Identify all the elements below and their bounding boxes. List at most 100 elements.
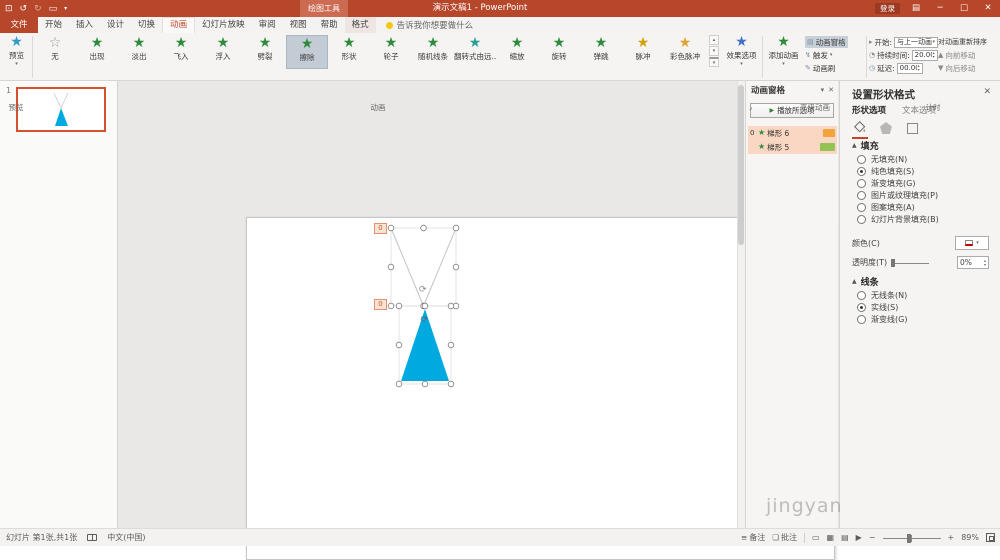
ribbon-display-options-icon[interactable]: ▤ xyxy=(904,0,928,17)
redo-icon[interactable]: ↻ xyxy=(34,4,42,14)
gallery-item-zoom[interactable]: ★ 缩放 xyxy=(496,35,538,69)
gallery-more-icon[interactable]: ▾ xyxy=(709,57,719,67)
fill-option-gradient[interactable]: 渐变填充(G) xyxy=(857,177,939,189)
zoom-slider-thumb[interactable] xyxy=(906,533,911,543)
start-slideshow-icon[interactable]: ▭ xyxy=(49,4,58,14)
customize-quick-access-icon[interactable]: ▾ xyxy=(64,5,67,12)
fill-option-pattern[interactable]: 图案填充(A) xyxy=(857,201,939,213)
delay-input[interactable]: 00.00 ▴▾ xyxy=(896,62,923,74)
move-earlier-button[interactable]: ▲ 向前移动 xyxy=(938,49,975,61)
slide-info[interactable]: 幻灯片 第1张,共1张 xyxy=(6,532,77,543)
tab-home[interactable]: 开始 xyxy=(38,17,69,33)
line-option-none[interactable]: 无线条(N) xyxy=(857,289,907,301)
spellcheck-icon[interactable] xyxy=(87,534,98,541)
fill-line-icon[interactable] xyxy=(852,120,868,139)
normal-view-icon[interactable]: ▭ xyxy=(812,533,820,542)
size-properties-icon[interactable] xyxy=(904,120,920,136)
move-later-button[interactable]: ▼ 向后移动 xyxy=(938,62,975,74)
line-section-header[interactable]: ▲ 线条 xyxy=(852,275,879,288)
tab-design[interactable]: 设计 xyxy=(100,17,131,33)
animation-painter-button[interactable]: ✎ 动画刷 xyxy=(805,62,835,74)
tell-me-box[interactable]: 告诉我你想要做什么 xyxy=(385,17,473,33)
animation-pane-item[interactable]: 0 ★ 梯形 6 xyxy=(748,126,837,140)
fill-option-solid[interactable]: 纯色填充(S) xyxy=(857,165,939,177)
tab-help[interactable]: 帮助 xyxy=(314,17,345,33)
zoom-slider[interactable] xyxy=(882,533,941,543)
timeline-bar[interactable] xyxy=(820,143,835,151)
duration-input[interactable]: 20.00 ▴▾ xyxy=(911,49,938,61)
animation-pane-item[interactable]: ★ 梯形 5 xyxy=(748,140,837,154)
tab-file[interactable]: 文件 xyxy=(0,17,38,33)
gallery-scroll-down-icon[interactable]: ▾ xyxy=(709,46,719,56)
add-animation-button[interactable]: ★ 添加动画 ▾ xyxy=(765,35,802,69)
line-option-gradient[interactable]: 渐变线(G) xyxy=(857,313,907,325)
tab-insert[interactable]: 插入 xyxy=(69,17,100,33)
fill-color-button[interactable]: ▾ xyxy=(955,236,989,250)
tab-animations[interactable]: 动画 xyxy=(162,17,196,33)
pane-close-icon[interactable]: ✕ xyxy=(828,86,834,94)
gallery-item-color-pulse[interactable]: ★ 彩色脉冲 xyxy=(664,35,706,69)
tab-view[interactable]: 视图 xyxy=(283,17,314,33)
animation-pane-button[interactable]: ▤ 动画窗格 xyxy=(805,36,848,48)
gallery-item-bounce[interactable]: ★ 弹跳 xyxy=(580,35,622,69)
tab-transitions[interactable]: 切换 xyxy=(131,17,162,33)
gallery-item-fly-in[interactable]: ★ 飞入 xyxy=(160,35,202,69)
line-option-solid[interactable]: 实线(S) xyxy=(857,301,907,313)
rotate-handle-icon[interactable]: ⟳ xyxy=(419,285,427,295)
effect-options-button[interactable]: ★ 效果选项 ▾ xyxy=(723,35,760,69)
gallery-item-float-in[interactable]: ★ 浮入 xyxy=(202,35,244,69)
fill-option-none[interactable]: 无填充(N) xyxy=(857,153,939,165)
fill-option-background[interactable]: 幻灯片背景填充(B) xyxy=(857,213,939,225)
gallery-scroll-up-icon[interactable]: ▴ xyxy=(709,35,719,45)
timeline-bar[interactable] xyxy=(823,129,835,137)
slide-sorter-view-icon[interactable]: ▦ xyxy=(827,533,835,542)
scrollbar-thumb[interactable] xyxy=(738,85,744,245)
notes-button[interactable]: ≡ 备注 xyxy=(741,532,765,543)
dialog-launcher-icon[interactable]: ⌟ xyxy=(749,103,752,111)
gallery-item-grow-turn[interactable]: ★ 翻转式由远... xyxy=(454,35,496,69)
rotate-handle-icon[interactable]: ⟳ xyxy=(421,315,429,325)
effects-icon[interactable] xyxy=(878,120,894,136)
animation-order-badge[interactable]: 0 xyxy=(374,223,387,234)
gallery-item-shape[interactable]: ★ 形状 xyxy=(328,35,370,69)
tab-review[interactable]: 审阅 xyxy=(252,17,283,33)
preview-button[interactable]: ★ 预览 ▾ xyxy=(2,35,31,69)
fill-section-header[interactable]: ▲ 填充 xyxy=(852,139,879,152)
fill-option-picture[interactable]: 图片或纹理填充(P) xyxy=(857,189,939,201)
tab-format[interactable]: 格式 xyxy=(344,17,376,33)
fit-to-window-icon[interactable] xyxy=(986,533,995,542)
gallery-item-random-bars[interactable]: ★ 随机线条 xyxy=(412,35,454,69)
gallery-item-split[interactable]: ★ 劈裂 xyxy=(244,35,286,69)
zoom-level[interactable]: 89% xyxy=(961,533,979,542)
save-icon[interactable]: ⊡ xyxy=(5,4,13,14)
gallery-item-pulse[interactable]: ★ 脉冲 xyxy=(622,35,664,69)
comments-button[interactable]: ❏ 批注 xyxy=(772,532,797,543)
gallery-item-wipe[interactable]: ★ 擦除 xyxy=(286,35,328,69)
slider-thumb[interactable] xyxy=(891,258,896,267)
zoom-in-icon[interactable]: + xyxy=(948,533,955,542)
transparency-input[interactable]: 0% ▴ ▾ xyxy=(957,256,989,269)
sign-in-button[interactable]: 登录 xyxy=(875,3,900,14)
transparency-slider[interactable] xyxy=(891,258,930,268)
spinner-icon[interactable]: ▴ ▾ xyxy=(984,258,986,267)
start-select[interactable]: 与上一动画... ▾ xyxy=(894,36,939,48)
trigger-button[interactable]: ↯ 触发 ▾ xyxy=(805,49,832,61)
pane-options-icon[interactable]: ▾ xyxy=(821,86,825,94)
gallery-item-fade[interactable]: ★ 淡出 xyxy=(118,35,160,69)
tab-slideshow[interactable]: 幻灯片放映 xyxy=(195,17,252,33)
minimize-icon[interactable]: ─ xyxy=(928,0,952,17)
gallery-item-spin[interactable]: ★ 旋转 xyxy=(538,35,580,69)
spinner-icon[interactable]: ▴ ▾ xyxy=(933,51,935,59)
undo-icon[interactable]: ↺ xyxy=(20,4,28,14)
reading-view-icon[interactable]: ▤ xyxy=(841,533,849,542)
restore-icon[interactable]: □ xyxy=(952,0,976,17)
selection-handles[interactable] xyxy=(387,224,460,310)
spinner-icon[interactable]: ▴ ▾ xyxy=(918,64,920,72)
pane-close-icon[interactable]: ✕ xyxy=(983,87,991,97)
animation-order-badge[interactable]: 0 xyxy=(374,299,387,310)
gallery-item-none[interactable]: ☆ 无 xyxy=(34,35,76,69)
close-icon[interactable]: ✕ xyxy=(976,0,1000,17)
gallery-item-wheel[interactable]: ★ 轮子 xyxy=(370,35,412,69)
slideshow-view-icon[interactable]: ▶ xyxy=(856,533,862,542)
language-indicator[interactable]: 中文(中国) xyxy=(107,532,145,543)
